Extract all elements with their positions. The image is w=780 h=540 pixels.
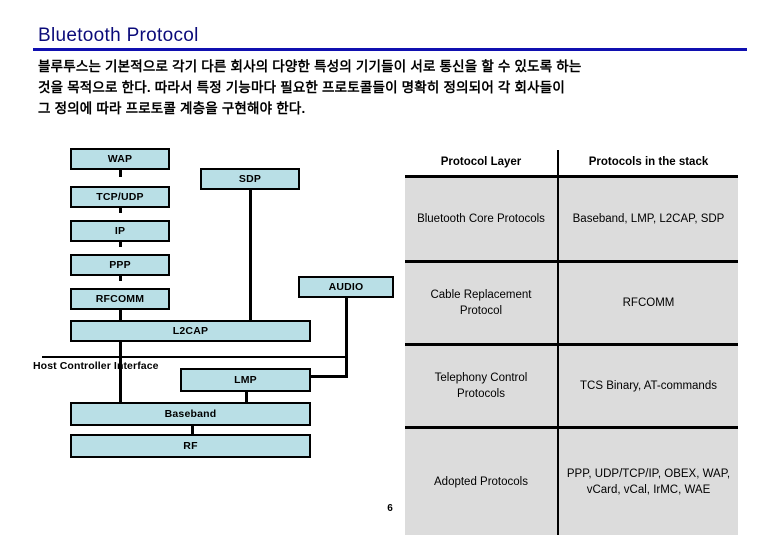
diagram-box-wap[interactable]: WAP [70, 148, 170, 170]
hci-label: Host Controller Interface [33, 360, 159, 372]
diagram-box-audio[interactable]: AUDIO [298, 276, 394, 298]
bluetooth-protocol-stack-diagram: Host Controller Interface WAP SDP TCP/UD… [0, 0, 400, 540]
table-row: Bluetooth Core Protocols Baseband, LMP, … [405, 176, 738, 263]
diagram-box-tcpudp[interactable]: TCP/UDP [70, 186, 170, 208]
cell-layer-adopted: Adopted Protocols [405, 427, 559, 535]
diagram-box-ppp[interactable]: PPP [70, 254, 170, 276]
cell-layer-telephony: Telephony Control Protocols [405, 344, 559, 429]
table-header-protocols-in-stack: Protocols in the stack [558, 150, 738, 178]
page-number: 6 [387, 503, 393, 514]
connector-audio-down [345, 291, 348, 378]
cell-protocols-adopted: PPP, UDP/TCP/IP, OBEX, WAP, vCard, vCal,… [558, 427, 738, 535]
table-header-row: Protocol Layer Protocols in the stack [405, 150, 738, 178]
connector-audio-lmp [310, 375, 348, 378]
cell-protocols-telephony: TCS Binary, AT-commands [558, 344, 738, 429]
cell-protocols-core: Baseband, LMP, L2CAP, SDP [558, 176, 738, 263]
diagram-box-sdp[interactable]: SDP [200, 168, 300, 190]
cell-layer-cable-replacement: Cable Replacement Protocol [405, 261, 559, 346]
diagram-box-baseband[interactable]: Baseband [70, 402, 311, 426]
cell-layer-core: Bluetooth Core Protocols [405, 176, 559, 263]
connector-sdp-l2cap [249, 184, 252, 321]
diagram-box-rf[interactable]: RF [70, 434, 311, 458]
table-row: Adopted Protocols PPP, UDP/TCP/IP, OBEX,… [405, 427, 738, 535]
hci-divider-line [42, 356, 345, 358]
slide-canvas: Bluetooth Protocol 블루투스는 기본적으로 각기 다른 회사의… [0, 0, 780, 540]
diagram-box-ip[interactable]: IP [70, 220, 170, 242]
diagram-box-l2cap[interactable]: L2CAP [70, 320, 311, 342]
table-row: Telephony Control Protocols TCS Binary, … [405, 344, 738, 429]
diagram-box-rfcomm[interactable]: RFCOMM [70, 288, 170, 310]
table-row: Cable Replacement Protocol RFCOMM [405, 261, 738, 346]
table-header-protocol-layer: Protocol Layer [405, 150, 559, 178]
diagram-box-lmp[interactable]: LMP [180, 368, 311, 392]
cell-protocols-cable-replacement: RFCOMM [558, 261, 738, 346]
protocol-layer-table: Protocol Layer Protocols in the stack Bl… [405, 150, 738, 535]
